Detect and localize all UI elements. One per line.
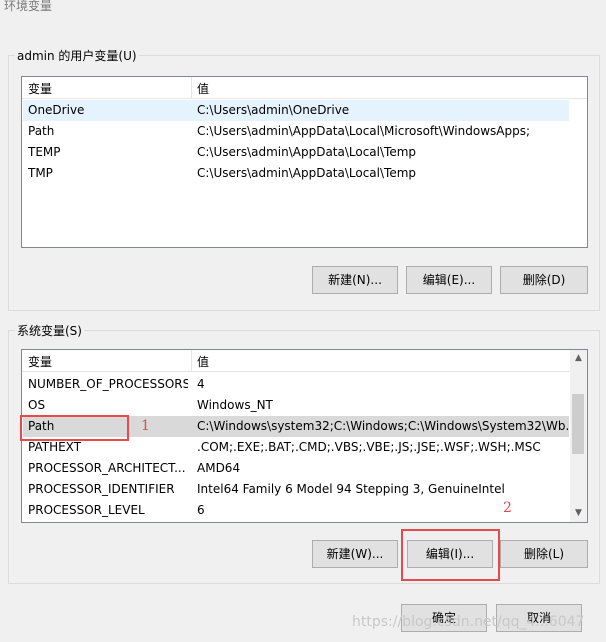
- variable-value: C:\Users\admin\AppData\Local\Microsoft\W…: [197, 124, 530, 138]
- chevron-up-icon[interactable]: ▲: [570, 350, 587, 367]
- vertical-scrollbar[interactable]: ▲ ▼: [570, 350, 587, 522]
- column-divider[interactable]: [191, 77, 192, 98]
- variable-name: Path: [28, 124, 55, 138]
- list-item[interactable]: PROCESSOR_IDENTIFIER Intel64 Family 6 Mo…: [23, 479, 569, 500]
- variable-name: PROCESSOR_LEVEL: [28, 503, 145, 517]
- user-vars-header: 变量 值: [22, 77, 587, 99]
- annotation-number-1: 1: [141, 418, 150, 434]
- variable-name: PROCESSOR_ARCHITECT...: [28, 461, 186, 475]
- highlight-edit-button: [401, 529, 500, 581]
- variable-value: C:\Users\admin\AppData\Local\Temp: [197, 166, 417, 180]
- list-item[interactable]: NUMBER_OF_PROCESSORS 4: [23, 374, 569, 395]
- variable-value: AMD64: [197, 461, 241, 475]
- user-vars-list[interactable]: 变量 值 OneDrive C:\Users\admin\OneDrive Pa…: [21, 76, 588, 248]
- variable-value: C:\Windows\system32;C:\Windows;C:\Window…: [197, 419, 577, 433]
- variable-name: NUMBER_OF_PROCESSORS: [28, 377, 188, 391]
- list-item[interactable]: PROCESSOR_LEVEL 6: [23, 500, 569, 521]
- system-new-button[interactable]: 新建(W)...: [312, 540, 398, 568]
- system-vars-header: 变量 值: [22, 350, 587, 372]
- variable-value: 4: [197, 377, 205, 391]
- variable-name: PROCESSOR_IDENTIFIER: [28, 482, 175, 496]
- variable-name: TMP: [28, 166, 53, 180]
- list-item[interactable]: TMP C:\Users\admin\AppData\Local\Temp: [23, 163, 569, 184]
- user-vars-legend: admin 的用户变量(U): [15, 47, 139, 64]
- user-edit-button[interactable]: 编辑(E)...: [406, 266, 492, 294]
- variable-value: .COM;.EXE;.BAT;.CMD;.VBS;.VBE;.JS;.JSE;.…: [197, 440, 541, 454]
- variable-name: PATHEXT: [28, 440, 82, 454]
- variable-value: 6: [197, 503, 205, 517]
- highlight-path-row: [20, 415, 129, 441]
- variable-value: C:\Users\admin\OneDrive: [197, 103, 350, 117]
- variable-name: OneDrive: [28, 103, 85, 117]
- window-title: 环境变量: [4, 0, 53, 13]
- system-delete-button[interactable]: 删除(L): [500, 540, 588, 568]
- column-header-variable[interactable]: 变量: [28, 80, 52, 97]
- column-header-variable[interactable]: 变量: [28, 353, 52, 370]
- watermark: https://blog.csdn.net/qq_4...6047: [352, 614, 585, 630]
- variable-value: Windows_NT: [197, 398, 273, 412]
- annotation-number-2: 2: [503, 500, 512, 516]
- column-divider[interactable]: [191, 350, 192, 371]
- list-item[interactable]: OneDrive C:\Users\admin\OneDrive: [23, 100, 569, 121]
- list-item[interactable]: OS Windows_NT: [23, 395, 569, 416]
- list-item[interactable]: TEMP C:\Users\admin\AppData\Local\Temp: [23, 142, 569, 163]
- column-header-value[interactable]: 值: [197, 353, 209, 370]
- list-item[interactable]: Path C:\Users\admin\AppData\Local\Micros…: [23, 121, 569, 142]
- variable-value: Intel64 Family 6 Model 94 Stepping 3, Ge…: [197, 482, 505, 496]
- variable-value: C:\Users\admin\AppData\Local\Temp: [197, 145, 417, 159]
- column-header-value[interactable]: 值: [197, 80, 209, 97]
- user-delete-button[interactable]: 删除(D): [500, 266, 588, 294]
- system-vars-legend: 系统变量(S): [15, 322, 84, 339]
- user-new-button[interactable]: 新建(N)...: [312, 266, 398, 294]
- scrollbar-thumb[interactable]: [572, 394, 584, 454]
- chevron-down-icon[interactable]: ▼: [570, 505, 587, 522]
- list-item[interactable]: PROCESSOR_ARCHITECT... AMD64: [23, 458, 569, 479]
- variable-name: TEMP: [28, 145, 61, 159]
- variable-name: OS: [28, 398, 46, 412]
